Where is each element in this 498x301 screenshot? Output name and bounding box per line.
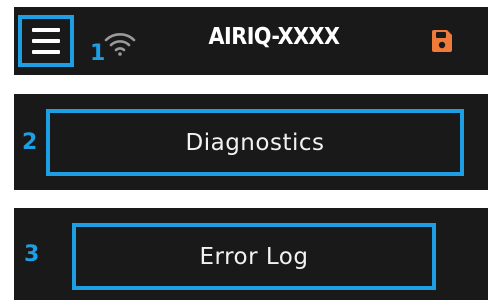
error-log-row: 3 Error Log [14, 208, 488, 300]
error-log-button[interactable]: Error Log [72, 223, 436, 290]
hamburger-menu-icon [32, 28, 60, 54]
device-title: AIRIQ-XXXX [208, 24, 340, 50]
diagnostics-row: 2 Diagnostics [14, 94, 488, 190]
callout-number-3: 3 [24, 242, 40, 267]
callout-number-2: 2 [22, 130, 38, 155]
header-bar: 1 AIRIQ-XXXX [14, 7, 488, 75]
diagnostics-button[interactable]: Diagnostics [46, 109, 464, 176]
wifi-icon [104, 33, 136, 56]
app-screen: 1 AIRIQ-XXXX 2 Diagnostics 3 Error Log [0, 0, 498, 301]
save-icon[interactable] [431, 29, 453, 53]
menu-button[interactable] [18, 15, 74, 67]
